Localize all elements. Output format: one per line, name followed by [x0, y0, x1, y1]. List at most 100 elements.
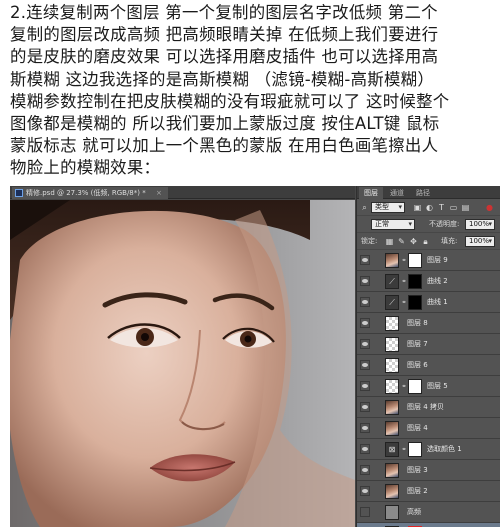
- fill-label: 填充:: [441, 237, 458, 245]
- layers-panel: 图层 通道 路径 ⌕ 类型 ▣ ◐ T ▭ ▤ ● 正常 不透明度: 100% …: [356, 186, 500, 527]
- layer-row[interactable]: ⊠ ⚭ 选取颜色 1: [357, 439, 500, 460]
- article-line: 图像都是模糊的 所以我们要加上蒙版过度 按住ALT键 鼠标: [10, 114, 440, 134]
- visibility-eye-icon[interactable]: [360, 444, 370, 454]
- article-line: 模糊参数控制在把皮肤模糊的没有瑕疵就可以了 这时候整个: [10, 91, 450, 111]
- layer-row[interactable]: 图层 3: [357, 460, 500, 481]
- article-line: 复制的图层改成高频 把高频眼睛关掉 在低频上我们要进行: [10, 25, 439, 45]
- tab-layers[interactable]: 图层: [359, 187, 383, 199]
- lock-all-icon[interactable]: 🔒︎: [421, 237, 430, 246]
- filter-kind-select[interactable]: 类型: [371, 202, 405, 213]
- blend-mode-select[interactable]: 正常: [371, 219, 415, 230]
- lock-position-icon[interactable]: ✥: [409, 237, 418, 246]
- mask-link-icon[interactable]: ⚭: [401, 257, 407, 264]
- document-tab[interactable]: 精修.psd @ 27.3% (低频, RGB/8*) * ×: [12, 187, 168, 199]
- layer-name[interactable]: 图层 6: [407, 360, 428, 371]
- photoshop-screenshot: 精修.psd @ 27.3% (低频, RGB/8*) * × 图层 通道 路径…: [10, 186, 500, 527]
- layer-mask-thumbnail[interactable]: [408, 442, 422, 457]
- layer-name[interactable]: 图层 4 拷贝: [407, 402, 444, 413]
- layers-list: ⚭ 图层 9 ⟋ ⚭ 曲线 2 ⟋ ⚭ 曲线 1 图层 8 图层 7 图层 6 …: [357, 250, 500, 527]
- article-line: 斯模糊 这边我选择的是高斯模糊 （滤镜-模糊-高斯模糊）: [10, 69, 435, 89]
- layer-thumbnail: [385, 379, 399, 394]
- portrait-photo: [10, 200, 355, 527]
- mask-link-icon[interactable]: ⚭: [401, 383, 407, 390]
- layer-mask-thumbnail[interactable]: [408, 253, 422, 268]
- visibility-eye-icon[interactable]: [360, 276, 370, 286]
- layer-thumbnail: [385, 337, 399, 352]
- document-tab-bar: 精修.psd @ 27.3% (低频, RGB/8*) * ×: [10, 186, 355, 199]
- layers-panel-tabs: 图层 通道 路径: [357, 186, 500, 199]
- visibility-eye-icon[interactable]: [360, 507, 370, 517]
- visibility-eye-icon[interactable]: [360, 360, 370, 370]
- visibility-eye-icon[interactable]: [360, 381, 370, 391]
- layer-name[interactable]: 图层 8: [407, 318, 428, 329]
- lock-fill-row: 锁定: ▦ ✎ ✥ 🔒︎ 填充: 100%: [357, 233, 500, 250]
- visibility-eye-icon[interactable]: [360, 318, 370, 328]
- layer-thumbnail: [385, 253, 399, 268]
- layer-name[interactable]: 图层 9: [427, 255, 448, 266]
- visibility-eye-icon[interactable]: [360, 255, 370, 265]
- layer-name[interactable]: 图层 5: [427, 381, 448, 392]
- layer-thumbnail: [385, 505, 399, 520]
- curves-adjustment-icon: ⟋: [385, 295, 399, 310]
- pixel-filter-icon[interactable]: ▣: [413, 203, 422, 212]
- layer-thumbnail: [385, 358, 399, 373]
- lock-transparent-icon[interactable]: ▦: [385, 237, 394, 246]
- search-icon: ⌕: [362, 203, 367, 212]
- close-icon[interactable]: ×: [156, 189, 162, 197]
- selective-color-adjustment-icon: ⊠: [385, 442, 399, 457]
- document-canvas[interactable]: [10, 200, 355, 527]
- visibility-eye-icon[interactable]: [360, 423, 370, 433]
- layer-row[interactable]: 图层 6: [357, 355, 500, 376]
- adjustment-filter-icon[interactable]: ◐: [425, 203, 434, 212]
- layer-name[interactable]: 高频: [407, 507, 421, 518]
- tab-paths[interactable]: 路径: [411, 187, 435, 199]
- article-line: 物脸上的模糊效果：: [10, 158, 161, 178]
- mask-link-icon[interactable]: ⚭: [401, 446, 407, 453]
- layer-filter-row: ⌕ 类型 ▣ ◐ T ▭ ▤ ●: [357, 199, 500, 216]
- lock-label: 锁定:: [361, 237, 378, 245]
- layer-name[interactable]: 曲线 2: [427, 276, 448, 287]
- visibility-eye-icon[interactable]: [360, 339, 370, 349]
- visibility-eye-icon[interactable]: [360, 402, 370, 412]
- layer-row[interactable]: 图层 2: [357, 481, 500, 502]
- layer-mask-thumbnail[interactable]: [408, 295, 422, 310]
- layer-name[interactable]: 图层 4: [407, 423, 428, 434]
- layer-row[interactable]: ⚭ 图层 5: [357, 376, 500, 397]
- opacity-input[interactable]: 100%: [465, 219, 495, 230]
- layer-row[interactable]: 图层 4: [357, 418, 500, 439]
- layer-row-selected[interactable]: ⚭ 低频: [357, 523, 500, 527]
- layer-row[interactable]: 图层 4 拷贝: [357, 397, 500, 418]
- mask-link-icon[interactable]: ⚭: [401, 299, 407, 306]
- article-line: 蒙版标志 就可以加上一个黑色的蒙版 在用白色画笔擦出人: [10, 136, 439, 156]
- layer-name[interactable]: 图层 3: [407, 465, 428, 476]
- layer-row[interactable]: ⟋ ⚭ 曲线 1: [357, 292, 500, 313]
- tab-channels[interactable]: 通道: [385, 187, 409, 199]
- opacity-label: 不透明度:: [429, 220, 460, 228]
- curves-adjustment-icon: ⟋: [385, 274, 399, 289]
- type-filter-icon[interactable]: T: [437, 203, 446, 212]
- layer-row[interactable]: ⚭ 图层 9: [357, 250, 500, 271]
- visibility-eye-icon[interactable]: [360, 486, 370, 496]
- filter-toggle-icon[interactable]: ●: [485, 203, 494, 212]
- fill-input[interactable]: 100%: [465, 236, 495, 247]
- article-line: 的是皮肤的磨皮效果 可以选择用磨皮插件 也可以选择用高: [10, 47, 439, 67]
- layer-name[interactable]: 图层 7: [407, 339, 428, 350]
- layer-thumbnail: [385, 400, 399, 415]
- layer-thumbnail: [385, 421, 399, 436]
- mask-link-icon[interactable]: ⚭: [401, 278, 407, 285]
- visibility-eye-icon[interactable]: [360, 297, 370, 307]
- visibility-eye-icon[interactable]: [360, 465, 370, 475]
- shape-filter-icon[interactable]: ▭: [449, 203, 458, 212]
- smart-object-filter-icon[interactable]: ▤: [461, 203, 470, 212]
- layer-mask-thumbnail[interactable]: [408, 274, 422, 289]
- layer-row[interactable]: 高频: [357, 502, 500, 523]
- layer-mask-thumbnail[interactable]: [408, 379, 422, 394]
- layer-row[interactable]: 图层 8: [357, 313, 500, 334]
- layer-row[interactable]: 图层 7: [357, 334, 500, 355]
- layer-name[interactable]: 曲线 1: [427, 297, 448, 308]
- layer-row[interactable]: ⟋ ⚭ 曲线 2: [357, 271, 500, 292]
- lock-pixels-icon[interactable]: ✎: [397, 237, 406, 246]
- layer-thumbnail: [385, 463, 399, 478]
- layer-name[interactable]: 图层 2: [407, 486, 428, 497]
- layer-name[interactable]: 选取颜色 1: [427, 444, 462, 455]
